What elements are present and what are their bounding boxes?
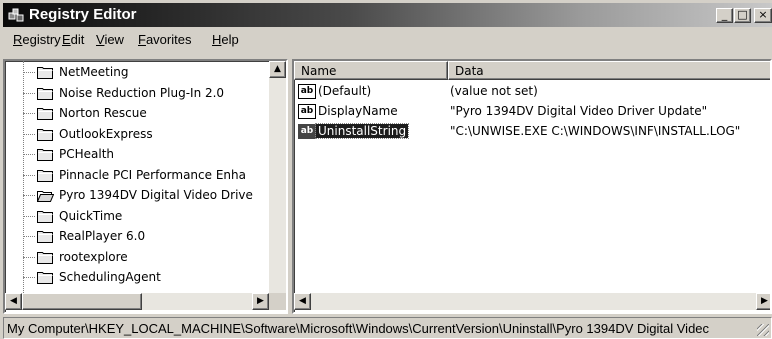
folder-icon: [37, 108, 53, 120]
tree-item-label: rootexplore: [59, 249, 128, 264]
value-data: (value not set): [450, 84, 538, 98]
tree-item[interactable]: NetMeeting: [5, 63, 275, 83]
open-folder-icon: [37, 191, 54, 202]
maximize-button[interactable]: □: [734, 8, 751, 23]
value-data: "Pyro 1394DV Digital Video Driver Update…: [450, 104, 708, 118]
string-value-icon: ab: [298, 104, 316, 119]
folder-icon: [37, 272, 53, 284]
tree-vertical-scrollbar[interactable]: ▲: [269, 61, 286, 295]
tree-item[interactable]: Pinnacle PCI Performance Enha: [5, 166, 275, 186]
tree-item[interactable]: QuickTime: [5, 207, 275, 227]
menu-registry[interactable]: Registry: [13, 32, 61, 47]
tree-item[interactable]: PCHealth: [5, 145, 275, 165]
key-tree-pane[interactable]: NetMeeting Noise Reduction Plug-In 2.0 Nor…: [3, 59, 288, 314]
column-header-name[interactable]: Name: [294, 61, 448, 80]
string-value-icon: ab: [298, 124, 316, 139]
tree-item-label: SchedulingAgent: [59, 270, 161, 284]
tree-item[interactable]: Pyro 1394DV Digital Video Drive: [5, 186, 275, 206]
tree-item-label: OutlookExpress: [59, 126, 153, 141]
tree-item-label: PCHealth: [59, 147, 115, 161]
folder-icon: [37, 169, 53, 182]
values-list: ab (Default) (value not set) ab DisplayName "…: [294, 80, 770, 280]
value-row[interactable]: ab DisplayName "Pyro 1394DV Digital Video …: [294, 102, 770, 122]
key-tree: NetMeeting Noise Reduction Plug-In 2.0 Nor…: [5, 61, 271, 295]
status-path: My Computer\HKEY_LOCAL_MACHINE\Software\…: [7, 321, 710, 336]
tree-scroll-thumb[interactable]: [22, 293, 142, 310]
tree-item[interactable]: Norton Rescue: [5, 104, 275, 124]
tree-item[interactable]: Noise Reduction Plug-In 2.0: [5, 84, 275, 104]
tree-item-label: Pinnacle PCI Performance Enha: [59, 167, 246, 182]
tree-item-label: NetMeeting: [59, 65, 129, 79]
tree-item[interactable]: SchedulingAgent: [5, 268, 275, 288]
menu-help[interactable]: Help: [212, 32, 239, 47]
tree-item-label: RealPlayer 6.0: [59, 229, 146, 243]
values-horizontal-scrollbar[interactable]: ◀ ▶: [294, 293, 770, 310]
registry-editor-icon: [8, 8, 24, 22]
menu-favorites[interactable]: Favorites: [138, 32, 191, 47]
tree-item[interactable]: rootexplore: [5, 248, 275, 268]
registry-editor-window: Registry Editor _ □ × Registry Edit View Fa…: [0, 0, 772, 339]
tree-item[interactable]: RealPlayer 6.0: [5, 227, 275, 247]
value-name: (Default): [318, 84, 372, 98]
tree-item-label: Noise Reduction Plug-In 2.0: [59, 85, 225, 100]
folder-icon: [37, 251, 53, 264]
resize-grip[interactable]: [757, 324, 769, 336]
scroll-left-button[interactable]: ◀: [5, 293, 22, 310]
folder-icon: [37, 231, 53, 243]
scroll-right-button[interactable]: ▶: [252, 293, 269, 310]
close-button[interactable]: ×: [754, 8, 772, 23]
minimize-button[interactable]: _: [716, 8, 733, 23]
values-pane[interactable]: Name Data ab (Default) (value not set) ab Di…: [292, 59, 772, 314]
values-scroll-left-button[interactable]: ◀: [294, 293, 311, 310]
value-name: UninstallString: [314, 123, 410, 139]
tree-item[interactable]: OutlookExpress: [5, 125, 275, 145]
scroll-up-button[interactable]: ▲: [269, 61, 286, 78]
tree-item-label: Pyro 1394DV Digital Video Drive: [59, 188, 253, 202]
menu-bar: Registry Edit View Favorites Help: [3, 28, 772, 50]
scrollbar-corner: [269, 293, 286, 310]
tree-item-label: Norton Rescue: [59, 106, 147, 120]
folder-icon: [37, 87, 53, 100]
value-name: DisplayName: [318, 104, 398, 118]
values-scroll-right-button[interactable]: ▶: [756, 293, 770, 310]
menu-edit[interactable]: Edit: [62, 32, 84, 47]
title-bar[interactable]: Registry Editor _ □ ×: [3, 3, 772, 27]
value-row[interactable]: ab (Default) (value not set): [294, 82, 770, 102]
tree-horizontal-scrollbar[interactable]: ◀ ▶: [5, 293, 269, 310]
menu-view[interactable]: View: [96, 32, 124, 47]
folder-icon: [37, 149, 53, 161]
window-title: Registry Editor: [29, 6, 137, 23]
value-row[interactable]: ab UninstallString "C:\UNWISE.EXE C:\WINDO…: [294, 122, 770, 142]
column-header-data[interactable]: Data: [448, 61, 770, 80]
status-bar: My Computer\HKEY_LOCAL_MACHINE\Software\…: [3, 317, 772, 339]
folder-icon: [37, 67, 53, 79]
tree-item-label: QuickTime: [59, 208, 123, 223]
folder-icon: [37, 128, 53, 141]
value-data: "C:\UNWISE.EXE C:\WINDOWS\INF\INSTALL.LO…: [450, 124, 741, 138]
folder-icon: [37, 210, 53, 223]
string-value-icon: ab: [298, 84, 316, 99]
